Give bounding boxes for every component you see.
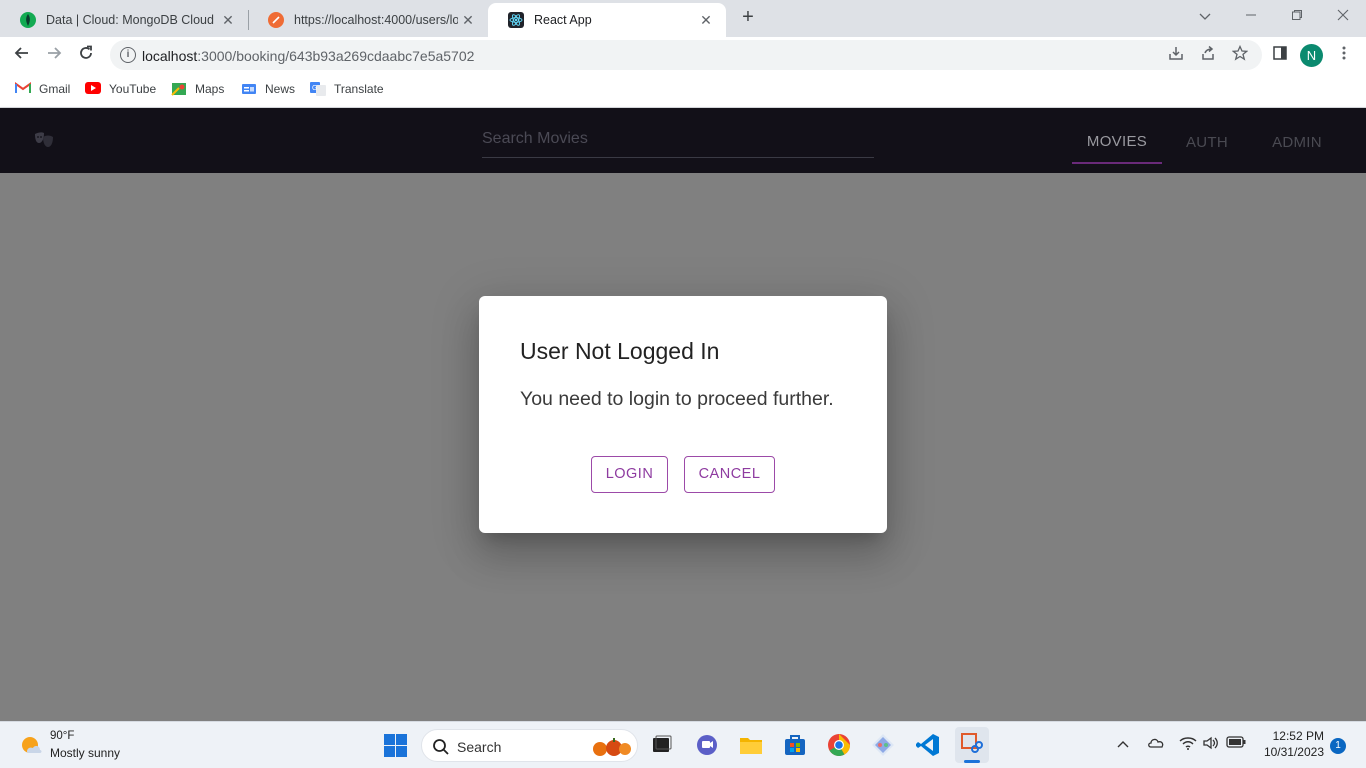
share-icon[interactable] (1198, 45, 1218, 65)
svg-text:G: G (312, 85, 317, 92)
tab-mongodb[interactable]: Data | Cloud: MongoDB Cloud ✕ (0, 3, 248, 37)
microsoft-store-icon[interactable] (782, 732, 808, 758)
back-arrow-icon[interactable] (10, 43, 34, 67)
tab-title: React App (534, 13, 592, 27)
task-view-icon[interactable] (649, 732, 675, 758)
file-explorer-icon[interactable] (738, 732, 764, 758)
gmail-icon (15, 82, 31, 96)
chevron-up-icon[interactable] (1115, 736, 1131, 754)
translate-icon: G (310, 82, 326, 96)
windows-taskbar: 90°F Mostly sunny Search 12:52 PM 10/31/… (0, 721, 1366, 768)
bookmark-news[interactable]: News (241, 82, 295, 96)
site-info-icon[interactable]: i (120, 47, 136, 63)
browser-toolbar: i localhost:3000/booking/643b93a269cdaab… (0, 37, 1366, 73)
cancel-button[interactable]: CANCEL (684, 456, 775, 493)
weather-description: Mostly sunny (50, 746, 121, 760)
forward-arrow-icon[interactable] (42, 43, 66, 67)
restore-icon[interactable] (1285, 4, 1309, 28)
vscode-icon[interactable] (915, 732, 941, 758)
theater-masks-icon[interactable] (33, 131, 55, 149)
profile-avatar[interactable]: N (1300, 44, 1323, 67)
dialog-title: User Not Logged In (520, 338, 720, 364)
search-icon (432, 738, 450, 756)
bookmark-star-icon[interactable] (1230, 44, 1250, 65)
side-panel-icon[interactable] (1270, 45, 1290, 65)
browser-tab-strip: Data | Cloud: MongoDB Cloud ✕ https://lo… (0, 0, 1366, 37)
tab-search-chevron-icon[interactable] (1193, 4, 1217, 28)
login-required-dialog: User Not Logged In You need to login to … (479, 296, 887, 533)
bookmark-gmail[interactable]: Gmail (15, 82, 70, 96)
onedrive-cloud-icon[interactable] (1146, 736, 1166, 754)
tab-title: https://localhost:4000/users/log (294, 13, 458, 27)
install-app-icon[interactable] (1166, 45, 1186, 65)
close-icon[interactable]: ✕ (696, 12, 716, 29)
kebab-menu-icon[interactable] (1334, 45, 1354, 65)
close-icon[interactable]: ✕ (458, 12, 478, 29)
close-icon[interactable]: ✕ (218, 12, 238, 29)
close-window-icon[interactable] (1331, 4, 1355, 28)
wifi-icon[interactable] (1178, 736, 1198, 754)
url-text[interactable]: localhost:3000/booking/643b93a269cdaabc7… (142, 48, 474, 64)
teams-chat-icon[interactable] (694, 732, 720, 758)
tab-react-app[interactable]: React App ✕ (488, 3, 726, 37)
chrome-icon[interactable] (826, 732, 852, 758)
minimize-icon[interactable] (1239, 4, 1263, 28)
bookmark-translate[interactable]: G Translate (310, 82, 384, 96)
taskbar-search-label: Search (457, 739, 502, 755)
maps-icon (171, 82, 187, 96)
snipping-tool-icon[interactable] (955, 727, 989, 763)
tab-movies[interactable]: MOVIES (1072, 120, 1162, 164)
tab-localhost-4000[interactable]: https://localhost:4000/users/log ✕ (248, 3, 488, 37)
dialog-message: You need to login to proceed further. (520, 388, 834, 410)
clock-date[interactable]: 10/31/2023 (1262, 745, 1324, 759)
youtube-icon (85, 82, 101, 96)
tab-title: Data | Cloud: MongoDB Cloud (46, 13, 214, 27)
notification-badge[interactable]: 1 (1330, 738, 1346, 754)
git-kraken-icon[interactable] (870, 732, 896, 758)
bookmarks-bar: Gmail YouTube Maps News G Translate (0, 73, 1366, 108)
address-bar[interactable]: i localhost:3000/booking/643b93a269cdaab… (110, 40, 1262, 70)
react-icon (508, 12, 524, 28)
search-movies-input[interactable] (482, 120, 874, 157)
bookmark-maps[interactable]: Maps (171, 82, 224, 96)
clock-time[interactable]: 12:52 PM (1262, 729, 1324, 743)
mongodb-leaf-icon (20, 12, 36, 28)
partly-sunny-weather-icon[interactable] (19, 733, 43, 757)
taskbar-search-box[interactable]: Search (421, 729, 638, 762)
news-icon (241, 82, 257, 96)
tab-admin[interactable]: ADMIN (1252, 120, 1342, 164)
weather-temperature: 90°F (50, 730, 75, 742)
bookmark-youtube[interactable]: YouTube (85, 82, 156, 96)
search-movies-field[interactable] (482, 120, 874, 158)
halloween-pumpkin-icon (588, 736, 634, 763)
tab-auth[interactable]: AUTH (1162, 120, 1252, 164)
postman-icon (268, 12, 284, 28)
reload-icon[interactable] (74, 43, 98, 67)
volume-icon[interactable] (1201, 736, 1221, 754)
login-button[interactable]: LOGIN (591, 456, 668, 493)
new-tab-button[interactable]: + (736, 6, 760, 30)
windows-start-icon[interactable] (384, 734, 407, 757)
battery-icon[interactable] (1226, 736, 1246, 754)
